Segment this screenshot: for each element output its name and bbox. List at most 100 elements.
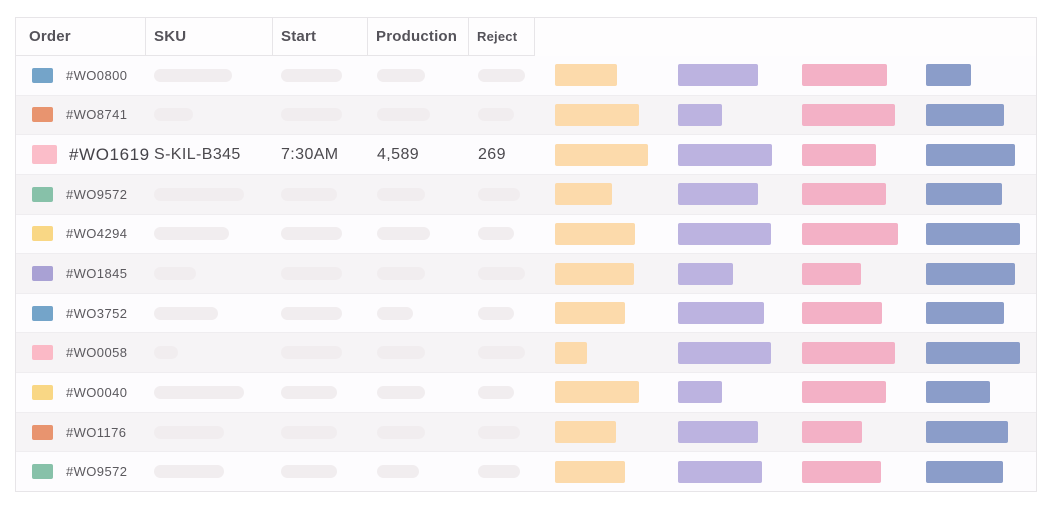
orange-metric-bar[interactable]	[555, 421, 616, 444]
sku-skeleton-placeholder	[154, 68, 232, 82]
production-value: 4,589	[377, 145, 420, 163]
purple-metric-bar[interactable]	[678, 143, 772, 166]
purple-metric-bar[interactable]	[678, 183, 758, 206]
purple-metric-bar[interactable]	[678, 460, 762, 483]
table-row[interactable]: #WO9572	[16, 173, 1036, 214]
blue-metric-bar[interactable]	[926, 302, 1004, 325]
purple-metric-bar[interactable]	[678, 341, 771, 364]
table-row[interactable]: #WO0040	[16, 372, 1036, 412]
table-row[interactable]: #WO0058	[16, 332, 1036, 373]
order-id: #WO0058	[66, 345, 128, 361]
production-cell	[368, 96, 469, 135]
production-skeleton-placeholder	[377, 306, 413, 320]
start-skeleton-placeholder	[281, 68, 342, 82]
table-row-selected[interactable]: #WO1619 S-KIL-B345 7:30AM 4,589 269	[16, 134, 1036, 174]
start-skeleton-placeholder	[281, 425, 337, 439]
table-row[interactable]: #WO8741	[16, 94, 1036, 135]
table-row[interactable]: #WO0800	[16, 56, 1036, 95]
column-header-start[interactable]: Start	[273, 18, 368, 56]
purple-metric-bar[interactable]	[678, 302, 764, 325]
purple-metric-bar[interactable]	[678, 381, 722, 404]
column-header-reject[interactable]: Reject	[469, 18, 535, 56]
metrics-bars-cell	[535, 175, 1036, 214]
pink-metric-bar[interactable]	[802, 381, 886, 404]
sku-cell	[146, 254, 273, 293]
purple-metric-bar[interactable]	[678, 103, 722, 126]
sku-value: S-KIL-B345	[154, 145, 241, 163]
blue-metric-bar[interactable]	[926, 64, 971, 87]
order-cell: #WO4294	[16, 215, 146, 254]
blue-metric-bar[interactable]	[926, 421, 1008, 444]
purple-metric-bar[interactable]	[678, 421, 758, 444]
purple-metric-bar[interactable]	[678, 64, 758, 87]
pink-metric-bar[interactable]	[802, 302, 882, 325]
pink-metric-bar[interactable]	[802, 460, 881, 483]
orange-metric-bar[interactable]	[555, 143, 648, 166]
sku-skeleton-placeholder	[154, 465, 224, 479]
reject-skeleton-placeholder	[478, 346, 525, 360]
column-header-sku[interactable]: SKU	[146, 18, 273, 56]
reject-skeleton-placeholder	[478, 108, 514, 122]
blue-metric-bar[interactable]	[926, 222, 1020, 245]
orange-metric-bar[interactable]	[555, 222, 635, 245]
table-row[interactable]: #WO4294	[16, 213, 1036, 254]
purple-metric-bar[interactable]	[678, 262, 733, 285]
pink-metric-bar[interactable]	[802, 143, 876, 166]
metrics-bars-cell	[535, 413, 1036, 452]
start-cell	[273, 96, 368, 135]
blue-metric-bar[interactable]	[926, 460, 1003, 483]
metrics-bars-cell	[535, 215, 1036, 254]
blue-metric-bar[interactable]	[926, 103, 1004, 126]
reject-skeleton-placeholder	[478, 227, 514, 241]
blue-metric-bar[interactable]	[926, 341, 1020, 364]
pink-metric-bar[interactable]	[802, 262, 861, 285]
blue-metric-bar[interactable]	[926, 381, 990, 404]
pink-metric-bar[interactable]	[802, 341, 895, 364]
orange-metric-bar[interactable]	[555, 183, 612, 206]
start-skeleton-placeholder	[281, 385, 337, 399]
pink-metric-bar[interactable]	[802, 64, 887, 87]
orange-metric-bar[interactable]	[555, 302, 625, 325]
pink-metric-bar[interactable]	[802, 421, 862, 444]
reject-cell	[469, 96, 535, 135]
orange-metric-bar[interactable]	[555, 460, 625, 483]
sku-cell	[146, 215, 273, 254]
orange-metric-bar[interactable]	[555, 381, 639, 404]
production-cell	[368, 333, 469, 372]
sku-skeleton-placeholder	[154, 385, 244, 399]
start-cell	[273, 254, 368, 293]
purple-metric-bar[interactable]	[678, 222, 771, 245]
pink-metric-bar[interactable]	[802, 103, 895, 126]
pink-metric-bar[interactable]	[802, 183, 886, 206]
order-color-swatch	[32, 345, 53, 361]
sku-skeleton-placeholder	[154, 227, 229, 241]
order-color-swatch	[32, 67, 53, 83]
orange-metric-bar[interactable]	[555, 262, 634, 285]
metrics-bars-cell	[535, 254, 1036, 293]
table-row[interactable]: #WO9572	[16, 451, 1036, 492]
reject-skeleton-placeholder	[478, 68, 525, 82]
column-header-order[interactable]: Order	[16, 18, 146, 56]
order-color-swatch	[32, 107, 53, 123]
orange-metric-bar[interactable]	[555, 341, 587, 364]
orange-metric-bar[interactable]	[555, 64, 617, 87]
reject-cell	[469, 373, 535, 412]
blue-metric-bar[interactable]	[926, 183, 1002, 206]
pink-metric-bar[interactable]	[802, 222, 898, 245]
blue-metric-bar[interactable]	[926, 143, 1015, 166]
work-orders-table: Order SKU Start Production Reject #WO080…	[15, 17, 1037, 492]
production-cell	[368, 294, 469, 333]
orange-metric-bar[interactable]	[555, 103, 639, 126]
reject-skeleton-placeholder	[478, 465, 520, 479]
table-row[interactable]: #WO3752	[16, 292, 1036, 333]
column-header-production[interactable]: Production	[368, 18, 469, 56]
order-id: #WO4294	[66, 226, 128, 242]
production-skeleton-placeholder	[377, 187, 425, 201]
table-row[interactable]: #WO1845	[16, 253, 1036, 293]
order-color-swatch	[32, 384, 53, 400]
production-cell	[368, 452, 469, 491]
table-row[interactable]: #WO1176	[16, 411, 1036, 452]
start-cell	[273, 56, 368, 95]
production-cell	[368, 413, 469, 452]
blue-metric-bar[interactable]	[926, 262, 1015, 285]
